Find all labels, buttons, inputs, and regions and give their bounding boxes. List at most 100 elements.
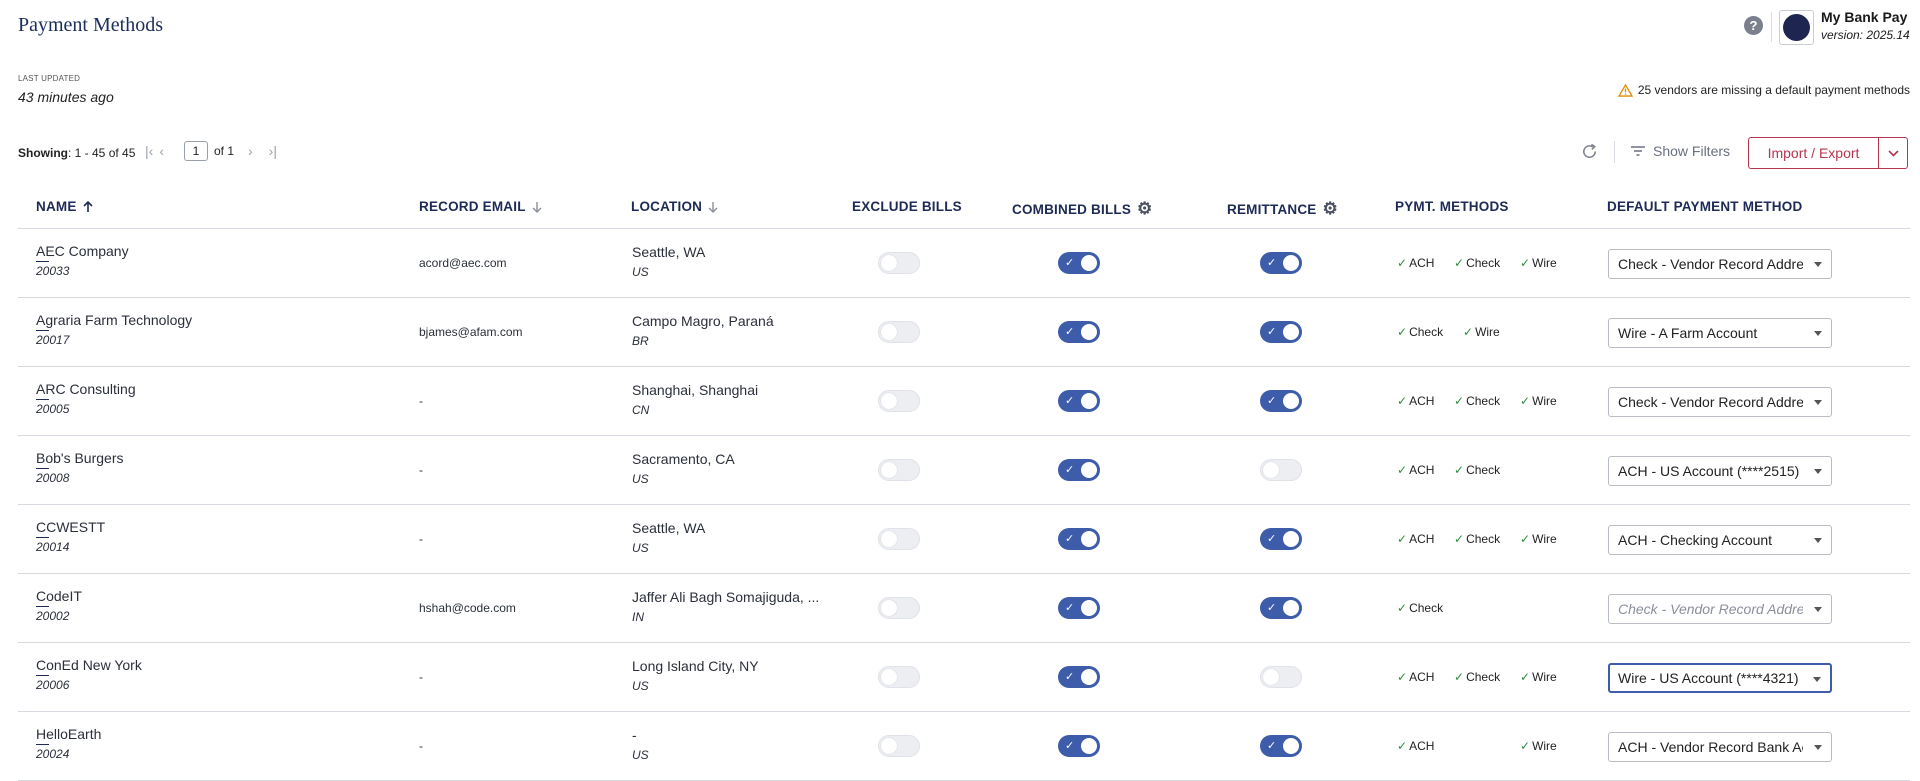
avatar[interactable] [1779, 10, 1814, 45]
first-page-icon[interactable]: |‹ [145, 143, 153, 159]
exclude-bills-toggle[interactable] [878, 252, 920, 274]
remittance-toggle[interactable]: ✓ [1260, 390, 1302, 412]
default-payment-method-value: Check - Vendor Record Address [1618, 256, 1803, 272]
table-row[interactable]: HelloEarth 20024- - US ✓ ✓ ✓ ACH ✓ Wire ACH - Vend… [18, 712, 1910, 781]
exclude-bills-toggle[interactable] [878, 528, 920, 550]
remittance-toggle[interactable] [1260, 459, 1302, 481]
payment-method-label: ACH [1409, 670, 1435, 684]
payment-method-ach: ✓ ACH [1397, 256, 1434, 270]
default-payment-method-select[interactable]: ACH - Checking Account [1608, 525, 1832, 555]
next-page-icon[interactable]: › [248, 143, 253, 159]
table-row[interactable]: Bob's Burgers 20008- Sacramento, CA US ✓ ✓ ACH… [18, 436, 1910, 505]
column-header-location[interactable]: LOCATION [631, 199, 718, 214]
refresh-icon[interactable] [1580, 142, 1599, 161]
table-row[interactable]: CCWESTT 20014- Seattle, WA US ✓ ✓ ✓ ACH ✓ Check ✓ W… [18, 505, 1910, 574]
toggle-check-icon: ✓ [1065, 533, 1075, 545]
payment-method-label: Check [1466, 670, 1501, 684]
remittance-settings-gear-icon[interactable]: ⚙ [1323, 199, 1338, 219]
exclude-bills-toggle[interactable] [878, 735, 920, 757]
table-row[interactable]: ARC Consulting 20005 - Shanghai, Shanghai CN… [18, 367, 1910, 436]
payment-method-wire: ✓ Wire [1520, 670, 1557, 684]
vendor-name[interactable]: Agraria Farm Technology [36, 312, 192, 331]
table-row[interactable]: AEC Company 20033 acord@aec.com Seattle, WA… [18, 229, 1910, 298]
table-row[interactable]: Agraria Farm Technology 20017 bjames@afam.… [18, 298, 1910, 367]
last-updated-value: 43 minutes ago [18, 89, 114, 105]
chevron-down-icon [1887, 149, 1899, 157]
vendor-name[interactable]: ARC Consulting [36, 381, 136, 400]
payment-method-ach: ✓ ACH [1397, 739, 1434, 753]
column-header-combined-bills: COMBINED BILLS ⚙ [1012, 199, 1153, 219]
record-email: - [419, 532, 423, 546]
page-number-input[interactable]: 1 [183, 141, 208, 161]
show-filters-button[interactable]: Show Filters [1630, 143, 1730, 159]
payment-method-label: Check [1466, 256, 1501, 270]
toggle-check-icon: ✓ [1065, 257, 1075, 269]
import-export-dropdown-toggle[interactable] [1878, 137, 1908, 169]
default-payment-method-select[interactable]: Wire - US Account (****4321) [1608, 663, 1832, 693]
remittance-toggle[interactable]: ✓ [1260, 597, 1302, 619]
payment-method-label: ACH [1409, 739, 1435, 753]
dropdown-arrow-icon [1814, 400, 1822, 405]
prev-page-icon[interactable]: ‹ [159, 143, 164, 159]
exclude-bills-toggle[interactable] [878, 666, 920, 688]
default-payment-method-select[interactable]: Check - Vendor Record Address [1608, 594, 1832, 624]
vendor-name[interactable]: CodeIT [36, 588, 82, 607]
column-header-email-label: RECORD EMAIL [419, 199, 526, 214]
toggle-check-icon: ✓ [1267, 326, 1277, 338]
combined-bills-settings-gear-icon[interactable]: ⚙ [1137, 199, 1152, 219]
default-payment-method-select[interactable]: Check - Vendor Record Address [1608, 387, 1832, 417]
exclude-bills-toggle[interactable] [878, 459, 920, 481]
combined-bills-toggle[interactable]: ✓ [1058, 459, 1100, 481]
location-city: Seattle, WA [632, 520, 706, 536]
toggle-check-icon: ✓ [1065, 740, 1075, 752]
payment-method-ach: ✓ ACH [1397, 394, 1434, 408]
remittance-toggle[interactable] [1260, 666, 1302, 688]
default-payment-method-select[interactable]: ACH - Vendor Record Bank Account [1608, 732, 1832, 762]
combined-bills-toggle[interactable]: ✓ [1058, 597, 1100, 619]
column-header-name[interactable]: NAME [36, 199, 93, 214]
location-country: US [632, 748, 649, 762]
vendor-name[interactable]: Bob's Burgers [36, 450, 124, 469]
dropdown-arrow-icon [1814, 607, 1822, 612]
filter-icon [1631, 146, 1645, 156]
combined-bills-toggle[interactable]: ✓ [1058, 735, 1100, 757]
location-country: IN [632, 610, 644, 624]
help-icon[interactable]: ? [1744, 16, 1763, 35]
toggle-check-icon: ✓ [1065, 326, 1075, 338]
remittance-toggle[interactable]: ✓ [1260, 252, 1302, 274]
exclude-bills-toggle[interactable] [878, 321, 920, 343]
combined-bills-toggle[interactable]: ✓ [1058, 390, 1100, 412]
default-payment-method-select[interactable]: Wire - A Farm Account [1608, 318, 1832, 348]
vendor-id: 20008 [36, 471, 70, 485]
vendor-name[interactable]: AEC Company [36, 243, 129, 262]
sort-desc-icon [708, 201, 718, 213]
last-page-icon[interactable]: ›| [269, 143, 277, 159]
default-payment-method-select[interactable]: ACH - US Account (****2515) [1608, 456, 1832, 486]
exclude-bills-toggle[interactable] [878, 597, 920, 619]
vendor-name[interactable]: ConEd New York [36, 657, 142, 676]
column-header-email[interactable]: RECORD EMAIL [419, 199, 542, 214]
combined-bills-toggle[interactable]: ✓ [1058, 321, 1100, 343]
vendor-name[interactable]: CCWESTT [36, 519, 105, 538]
import-export-button[interactable]: Import / Export [1748, 137, 1879, 169]
combined-bills-toggle[interactable]: ✓ [1058, 528, 1100, 550]
vendor-id: 20033 [36, 264, 70, 278]
remittance-toggle[interactable]: ✓ [1260, 321, 1302, 343]
combined-bills-toggle[interactable]: ✓ [1058, 252, 1100, 274]
payment-method-label: Wire [1532, 739, 1557, 753]
combined-bills-toggle[interactable]: ✓ [1058, 666, 1100, 688]
dropdown-arrow-icon [1814, 331, 1822, 336]
remittance-toggle[interactable]: ✓ [1260, 735, 1302, 757]
location-country: BR [632, 334, 649, 348]
table-row[interactable]: ConEd New York 20006 - Long Island City, NY… [18, 643, 1910, 712]
toggle-check-icon: ✓ [1267, 602, 1277, 614]
exclude-bills-toggle[interactable] [878, 390, 920, 412]
payment-method-check: ✓ Check [1454, 532, 1500, 546]
remittance-toggle[interactable]: ✓ [1260, 528, 1302, 550]
location-country: US [632, 265, 649, 279]
record-email: acord@aec.com [419, 256, 507, 270]
table-row[interactable]: CodeIT 20002 hshah@code.com Jaffer Ali Bagh… [18, 574, 1910, 643]
payment-method-label: Wire [1532, 394, 1557, 408]
vendor-name[interactable]: HelloEarth [36, 726, 101, 745]
default-payment-method-select[interactable]: Check - Vendor Record Address [1608, 249, 1832, 279]
